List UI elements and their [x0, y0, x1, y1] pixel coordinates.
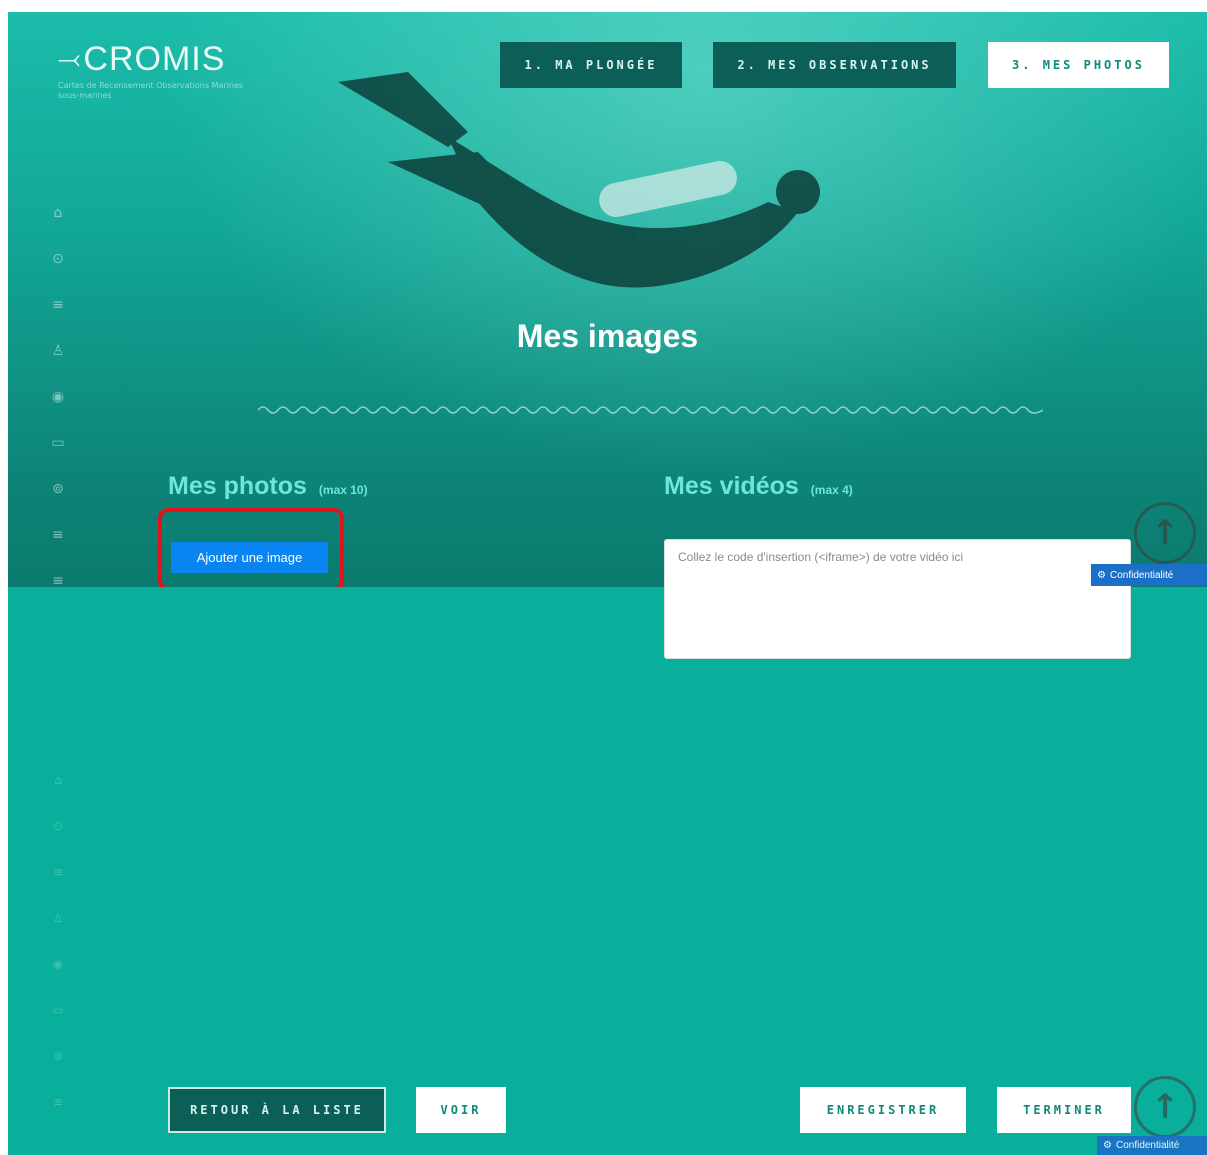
dive-icon[interactable]: ⊙ — [46, 236, 70, 282]
videos-heading-text: Mes vidéos — [664, 472, 799, 500]
map-icon[interactable]: ▭ — [46, 420, 70, 466]
sidebar-nav-faded: ⌂ ⊙ ≡ ♙ ◉ ▭ ⊚ ≡ — [46, 757, 70, 1125]
list-icon: ≡ — [52, 865, 64, 879]
back-to-list-button[interactable]: RETOUR À LA LISTE — [168, 1087, 386, 1133]
confidentiality-button[interactable]: ⚙ Confidentialité — [1097, 1136, 1207, 1155]
photos-limit: (max 10) — [318, 483, 368, 497]
scroll-top-button[interactable]: ↑ — [1134, 1076, 1196, 1138]
diver-image — [338, 72, 820, 288]
location-pin-icon[interactable]: ⊚ — [46, 466, 70, 512]
location-pin-icon: ⊚ — [52, 1049, 64, 1063]
save-button[interactable]: ENREGISTRER — [800, 1087, 966, 1133]
page: ⤙ CROMIS Cartes de Recensement Observati… — [8, 12, 1207, 1155]
confidentiality-button[interactable]: ⚙ Confidentialité — [1091, 564, 1207, 586]
confidentiality-label: Confidentialité — [1109, 569, 1174, 581]
gear-icon: ⚙ — [1103, 1140, 1112, 1151]
gear-icon: ⚙ — [1097, 569, 1106, 581]
swordfish-icon: ⤙ — [58, 43, 82, 74]
user-icon: ♙ — [52, 911, 64, 925]
sidebar-nav: ⌂ ⊙ ≡ ♙ ◉ ▭ ⊚ ≡ ≡ — [46, 190, 70, 587]
logo-text: CROMIS — [83, 40, 226, 78]
dive-icon: ⊙ — [52, 819, 64, 833]
scroll-top-button[interactable]: ↑ — [1134, 502, 1196, 564]
photos-heading-text: Mes photos — [168, 472, 307, 500]
videos-heading: Mes vidéos (max 4) — [664, 472, 853, 501]
view-button[interactable]: VOIR — [416, 1087, 506, 1133]
videos-limit: (max 4) — [810, 483, 853, 497]
step-my-photos[interactable]: 3. MES PHOTOS — [988, 42, 1169, 88]
arrow-up-icon: ↑ — [1150, 1087, 1180, 1127]
menu-icon[interactable]: ≡ — [46, 512, 70, 558]
step-my-dive[interactable]: 1. MA PLONGÉE — [500, 42, 682, 88]
arrow-up-icon: ↑ — [1150, 513, 1180, 553]
step-my-observations[interactable]: 2. MES OBSERVATIONS — [713, 42, 956, 88]
eye-icon: ◉ — [52, 957, 64, 971]
confidentiality-label: Confidentialité — [1115, 1140, 1180, 1151]
finish-button[interactable]: TERMINER — [997, 1087, 1131, 1133]
page-title: Mes images — [516, 318, 699, 354]
video-embed-input[interactable] — [664, 539, 1131, 659]
menu-icon[interactable]: ≡ — [46, 558, 70, 587]
add-image-button[interactable]: Ajouter une image — [171, 542, 328, 573]
eye-icon[interactable]: ◉ — [46, 374, 70, 420]
logo-tagline: Cartes de Recensement Observations Marin… — [58, 81, 244, 100]
hero-banner: ⤙ CROMIS Cartes de Recensement Observati… — [8, 12, 1207, 587]
photos-heading: Mes photos (max 10) — [168, 472, 368, 501]
home-icon[interactable]: ⌂ — [46, 190, 70, 236]
wave-divider — [258, 406, 1043, 414]
home-icon: ⌂ — [54, 773, 62, 787]
logo[interactable]: ⤙ CROMIS Cartes de Recensement Observati… — [58, 40, 248, 101]
menu-icon: ≡ — [52, 1095, 64, 1109]
map-icon: ▭ — [52, 1003, 64, 1017]
